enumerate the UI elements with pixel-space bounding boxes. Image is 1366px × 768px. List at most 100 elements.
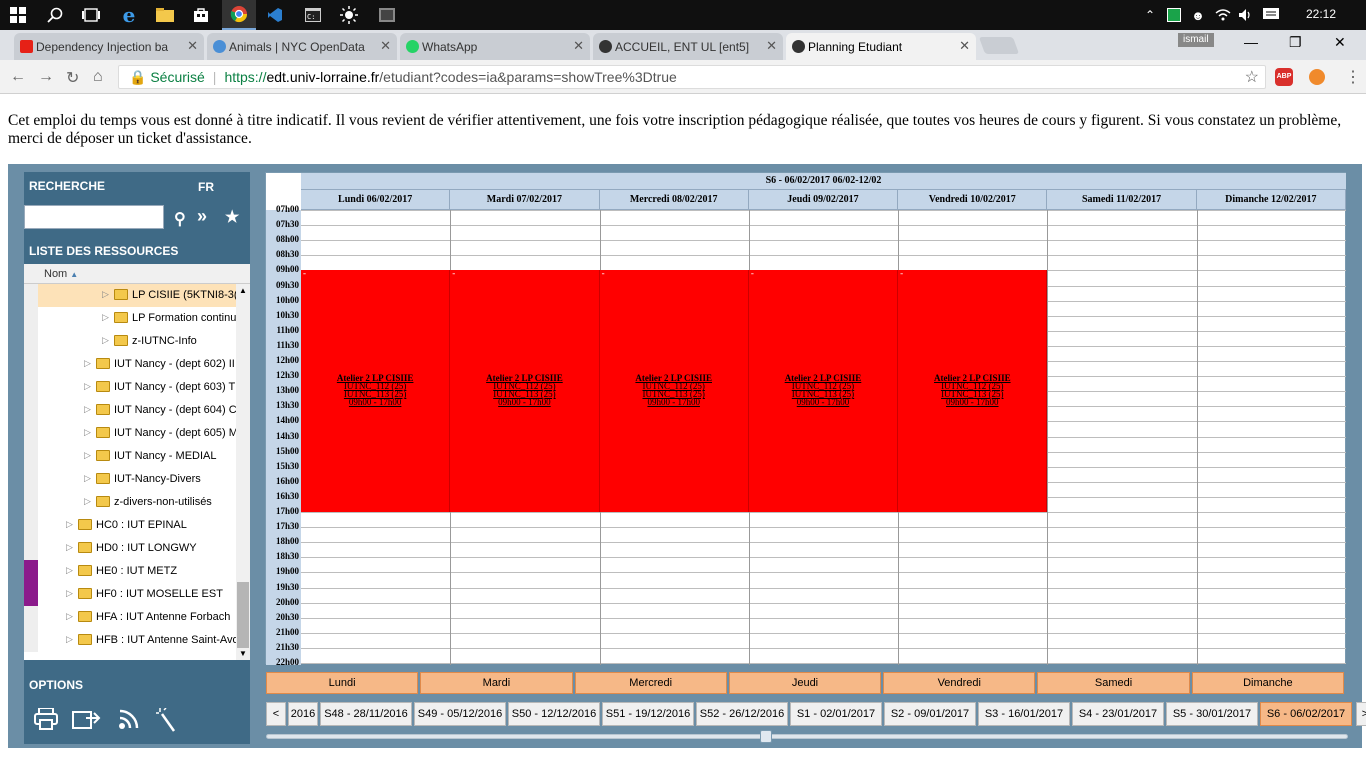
tree-item[interactable]: ▷ HF0 : IUT MOSELLE EST (24, 583, 236, 606)
week-button[interactable]: S3 - 16/01/2017 (978, 702, 1070, 726)
expand-arrow-icon[interactable]: ▷ (66, 565, 73, 576)
prev-week-button[interactable]: < (266, 702, 286, 726)
chrome-icon[interactable] (222, 0, 256, 30)
day-button-jeudi[interactable]: Jeudi (728, 672, 882, 694)
close-icon[interactable]: ✕ (187, 38, 198, 54)
close-window-icon[interactable]: ✕ (1334, 34, 1346, 51)
next-week-button[interactable]: > (1356, 702, 1366, 726)
forward-icon[interactable]: → (38, 68, 54, 86)
week-button[interactable]: S51 - 19/12/2016 (602, 702, 694, 726)
week-button[interactable]: S2 - 09/01/2017 (884, 702, 976, 726)
tree-item[interactable]: ▷ LP Formation continu (24, 307, 236, 330)
magic-wand-icon[interactable] (156, 707, 178, 738)
week-button[interactable]: S4 - 23/01/2017 (1072, 702, 1164, 726)
week-slider-handle[interactable] (760, 730, 772, 743)
expand-arrow-icon[interactable]: ▷ (66, 542, 73, 553)
week-button[interactable]: S49 - 05/12/2016 (414, 702, 506, 726)
edge-icon[interactable]: e (112, 0, 146, 30)
tree-item[interactable]: ▷ IUT Nancy - (dept 605) M (24, 422, 236, 445)
close-icon[interactable]: ✕ (380, 38, 391, 54)
expand-arrow-icon[interactable]: ▷ (102, 312, 109, 323)
course-event[interactable]: - Atelier 2 LP CISIIE IUTNC_112 (25) IUTNC_… (898, 268, 1048, 512)
scroll-up-icon[interactable]: ▲ (239, 286, 247, 295)
week-button[interactable]: S6 - 06/02/2017 (1260, 702, 1352, 726)
expand-arrow-icon[interactable]: ▷ (102, 335, 109, 346)
windows-start-icon[interactable] (0, 0, 36, 30)
tree-item[interactable]: ▷ HD0 : IUT LONGWY (24, 537, 236, 560)
notification-icon[interactable] (1260, 0, 1282, 30)
clock[interactable]: 22:12 (1306, 7, 1336, 21)
tree-item[interactable]: ▷ LP CISIIE (5KTNI8-3( (24, 284, 236, 307)
search-icon[interactable] (38, 0, 72, 30)
cmd-icon[interactable]: C: (296, 0, 330, 30)
day-button-lundi[interactable]: Lundi (266, 672, 419, 694)
week-button[interactable]: S1 - 02/01/2017 (790, 702, 882, 726)
tab-accueil-ent[interactable]: ACCUEIL, ENT UL [ent5] ✕ (593, 33, 783, 60)
menu-icon[interactable]: ⋮ (1345, 67, 1361, 87)
day-button-mercredi[interactable]: Mercredi (574, 672, 727, 694)
tree-item[interactable]: ▷ HE0 : IUT METZ (24, 560, 236, 583)
tree-item[interactable]: ▷ HFA : IUT Antenne Forbach (24, 606, 236, 629)
tab-animals-nyc[interactable]: Animals | NYC OpenData ✕ (207, 33, 397, 60)
tab-whatsapp[interactable]: WhatsApp ✕ (400, 33, 590, 60)
expand-arrow-icon[interactable]: ▷ (84, 381, 91, 392)
app-tray-icon[interactable] (1164, 0, 1184, 30)
expand-arrow-icon[interactable]: ▷ (66, 519, 73, 530)
file-explorer-icon[interactable] (148, 0, 182, 30)
week-button[interactable]: S50 - 12/12/2016 (508, 702, 600, 726)
course-event[interactable]: - Atelier 2 LP CISIIE IUTNC_112 (25) IUTNC_… (301, 268, 451, 512)
tree-item[interactable]: ▷ IUT-Nancy-Divers (24, 468, 236, 491)
brightness-icon[interactable] (332, 0, 366, 30)
reload-icon[interactable]: ↻ (66, 68, 79, 88)
tree-item[interactable]: ▷ IUT Nancy - MEDIAL (24, 445, 236, 468)
task-view-icon[interactable] (74, 0, 108, 30)
app-icon[interactable] (370, 0, 404, 30)
search-icon[interactable]: ⚲ (174, 209, 186, 229)
rss-icon[interactable] (118, 708, 140, 736)
close-icon[interactable]: ✕ (766, 38, 777, 54)
expand-arrow-icon[interactable]: ▷ (84, 404, 91, 415)
resource-search-input[interactable] (24, 205, 164, 229)
extension-icon[interactable] (1309, 69, 1325, 85)
adblock-icon[interactable]: ABP (1275, 68, 1293, 86)
expand-arrow-icon[interactable]: ▷ (84, 427, 91, 438)
day-button-mardi[interactable]: Mardi (420, 672, 573, 694)
chevron-up-icon[interactable]: ⌃ (1140, 0, 1160, 30)
bookmark-star-icon[interactable]: ☆ (1245, 67, 1259, 89)
home-icon[interactable]: ⌂ (93, 68, 103, 86)
tree-item[interactable]: ▷ IUT Nancy - (dept 604) C (24, 399, 236, 422)
expand-arrow-icon[interactable]: ▷ (66, 611, 73, 622)
print-icon[interactable] (34, 707, 58, 736)
week-button[interactable]: S48 - 28/11/2016 (320, 702, 412, 726)
week-button[interactable]: S52 - 26/12/2016 (696, 702, 788, 726)
vscode-icon[interactable] (258, 0, 292, 30)
tree-item[interactable]: ▷ IUT Nancy - (dept 602) II (24, 353, 236, 376)
day-button-samedi[interactable]: Samedi (1037, 672, 1190, 694)
course-event[interactable]: - Atelier 2 LP CISIIE IUTNC_112 (25) IUTNC_… (599, 268, 749, 512)
expand-arrow-icon[interactable]: ▷ (84, 450, 91, 461)
tab-dependency-injection[interactable]: Dependency Injection ba ✕ (14, 33, 204, 60)
scrollbar-thumb[interactable] (237, 582, 249, 648)
new-tab-button[interactable] (978, 37, 1020, 54)
expand-arrow-icon[interactable]: ▷ (84, 473, 91, 484)
week-button[interactable]: 2016 (288, 702, 318, 726)
close-icon[interactable]: ✕ (959, 38, 970, 54)
tree-item[interactable]: ▷ z-IUTNC-Info (24, 330, 236, 353)
scroll-down-icon[interactable]: ▼ (239, 649, 247, 658)
volume-icon[interactable] (1236, 0, 1256, 30)
favorites-star-icon[interactable]: ★ (225, 207, 239, 227)
tree-scrollbar[interactable]: ▲ ▼ (236, 284, 250, 660)
expand-arrow-icon[interactable]: ▷ (102, 289, 109, 300)
wifi-icon[interactable] (1212, 0, 1234, 30)
week-slider-track[interactable] (266, 734, 1348, 739)
day-button-vendredi[interactable]: Vendredi (883, 672, 1036, 694)
next-result-icon[interactable]: » (197, 206, 207, 227)
expand-arrow-icon[interactable]: ▷ (66, 588, 73, 599)
language-selector[interactable]: FR (198, 180, 214, 194)
store-icon[interactable] (184, 0, 218, 30)
course-event[interactable]: - Atelier 2 LP CISIIE IUTNC_112 (25) IUTNC_… (748, 268, 899, 512)
expand-arrow-icon[interactable]: ▷ (84, 358, 91, 369)
tree-item[interactable]: ▷ HFB : IUT Antenne Saint-Avo (24, 629, 236, 652)
people-icon[interactable]: ☻ (1188, 0, 1208, 30)
tree-item[interactable]: ▷ HC0 : IUT EPINAL (24, 514, 236, 537)
